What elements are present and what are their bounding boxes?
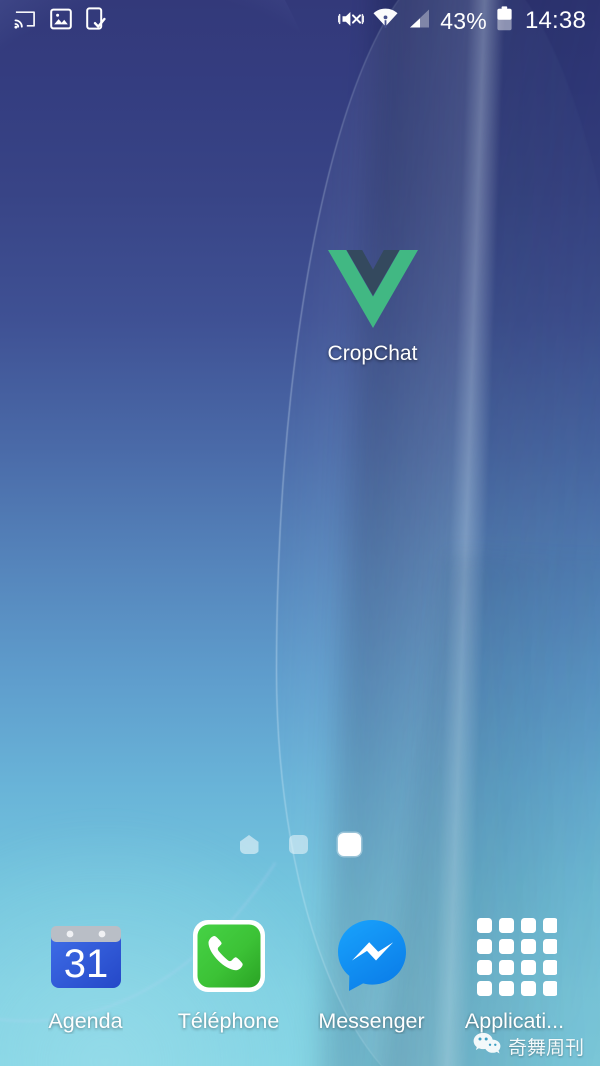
- app-label-cropchat: CropChat: [327, 342, 418, 365]
- status-bar-left-icons: [14, 7, 106, 35]
- messenger-bolt-icon: [328, 912, 416, 1000]
- page-indicator-dot-2[interactable]: [288, 835, 308, 854]
- page-indicator-dot-3-active[interactable]: [337, 833, 361, 856]
- status-bar-right-icons: 43% 14:38: [337, 6, 586, 36]
- dock-label-telephone: Téléphone: [177, 1009, 280, 1033]
- dock-item-telephone[interactable]: Téléphone: [161, 912, 297, 1034]
- app-grid-icon: [471, 912, 559, 1000]
- wechat-icon: [473, 1032, 501, 1060]
- clock-label: 14:38: [524, 7, 586, 34]
- cellular-signal-icon: [407, 8, 431, 34]
- dock: 31 Agenda Téléphone Messenger Applicati.…: [0, 912, 600, 1052]
- wallpaper: [0, 0, 600, 1066]
- vue-logo-icon: [326, 248, 420, 330]
- dock-item-applications[interactable]: Applicati...: [447, 912, 583, 1034]
- wechat-watermark: 奇舞周刊: [473, 1032, 584, 1060]
- cast-icon: [14, 9, 36, 34]
- page-indicator[interactable]: [0, 833, 600, 856]
- phone-icon: [185, 912, 273, 1000]
- wechat-watermark-label: 奇舞周刊: [507, 1036, 584, 1059]
- battery-icon: [496, 6, 513, 36]
- screenshot-image-icon: [50, 8, 72, 35]
- page-indicator-home-dot[interactable]: [239, 835, 259, 854]
- wifi-icon: [373, 8, 398, 34]
- dock-label-agenda: Agenda: [48, 1009, 123, 1033]
- calendar-icon: 31: [42, 912, 130, 1000]
- dock-item-agenda[interactable]: 31 Agenda: [18, 912, 154, 1034]
- calendar-day-number: 31: [63, 942, 108, 986]
- battery-percent-label: 43%: [440, 7, 487, 34]
- dock-label-messenger: Messenger: [318, 1009, 425, 1033]
- dock-label-applications: Applicati...: [464, 1009, 565, 1033]
- device-check-icon: [86, 7, 106, 35]
- dock-item-messenger[interactable]: Messenger: [304, 912, 440, 1034]
- app-icon-cropchat[interactable]: CropChat: [300, 248, 445, 366]
- mute-vibrate-icon: [337, 8, 365, 35]
- status-bar[interactable]: 43% 14:38: [0, 0, 600, 42]
